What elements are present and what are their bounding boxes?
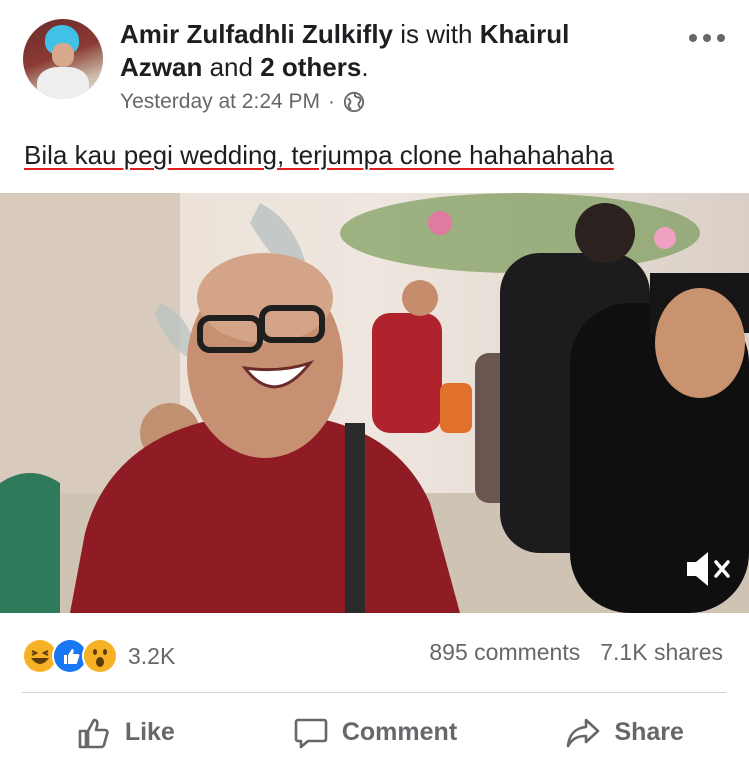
post-header: Amir Zulfadhli Zulkifly is with Khairul … — [0, 0, 749, 125]
share-label: Share — [614, 718, 684, 746]
with-text: is with — [400, 19, 473, 49]
reaction-summary[interactable]: 3.2K — [22, 638, 175, 674]
share-arrow-icon — [567, 718, 600, 747]
like-button[interactable]: Like — [0, 700, 250, 765]
post-video[interactable] — [0, 193, 749, 613]
tagged-others[interactable]: 2 others — [260, 52, 361, 82]
comment-label: Comment — [341, 718, 458, 746]
post-meta: Yesterday at 2:24 PM · — [120, 90, 365, 114]
post-title: Amir Zulfadhli Zulkifly is with Khairul … — [120, 18, 640, 84]
comments-count-link[interactable]: 895 comments — [429, 639, 580, 666]
reaction-stats: 3.2K 895 comments 7.1K shares — [0, 626, 749, 684]
engagement-counts: 895 comments 7.1K shares — [429, 639, 723, 666]
period: . — [361, 52, 369, 82]
share-button[interactable]: Share — [499, 700, 749, 765]
and-text: and — [209, 52, 253, 82]
like-label: Like — [124, 718, 175, 746]
wow-icon — [82, 638, 118, 674]
shares-count-link[interactable]: 7.1K shares — [600, 639, 723, 666]
meta-separator: · — [328, 90, 336, 113]
timestamp[interactable]: Yesterday at 2:24 PM — [120, 90, 320, 114]
avatar[interactable] — [23, 19, 103, 99]
reaction-count: 3.2K — [128, 642, 176, 669]
divider — [22, 692, 726, 693]
comment-icon — [294, 718, 328, 748]
thumbs-up-icon — [78, 718, 109, 748]
comment-button[interactable]: Comment — [250, 700, 500, 765]
globe-icon[interactable] — [343, 91, 365, 113]
mute-toggle-button[interactable] — [683, 547, 735, 591]
more-options-button[interactable] — [689, 28, 725, 48]
action-bar: Like Comment Share — [0, 700, 749, 765]
author-name[interactable]: Amir Zulfadhli Zulkifly — [120, 19, 393, 49]
video-frame — [0, 193, 749, 613]
post-caption: Bila kau pegi wedding, terjumpa clone ha… — [24, 140, 614, 170]
